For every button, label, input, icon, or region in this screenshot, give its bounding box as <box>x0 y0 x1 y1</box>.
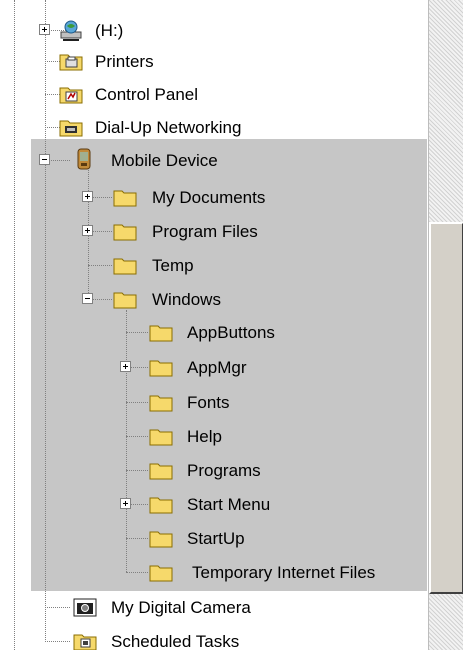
tree-item-label: Printers <box>95 52 154 71</box>
tree-item-label: Fonts <box>187 393 230 412</box>
tree-item-label: Temporary Internet Files <box>192 563 376 582</box>
tree-horizontal-connector <box>126 402 148 403</box>
folder-icon <box>149 463 173 480</box>
collapse-toggle-icon[interactable] <box>82 293 93 304</box>
tree-item-label: (H:) <box>95 21 124 40</box>
tree-horizontal-connector <box>126 572 148 573</box>
folder-icon <box>149 565 173 582</box>
collapse-toggle-icon[interactable] <box>39 154 50 165</box>
tree-horizontal-connector <box>126 436 148 437</box>
expand-toggle-icon[interactable] <box>39 24 50 35</box>
expand-toggle-icon[interactable] <box>120 498 131 509</box>
tree-item-label: Mobile Device <box>111 151 218 170</box>
folder-icon <box>113 224 137 241</box>
tree-item-label: Windows <box>152 290 221 309</box>
tree-horizontal-connector <box>88 265 112 266</box>
tree-item-label: Programs <box>187 461 261 480</box>
dialup-networking-icon <box>59 120 83 137</box>
tree-item-label: Start Menu <box>187 495 271 514</box>
tree-item-label: AppButtons <box>187 323 275 342</box>
folder-icon <box>113 258 137 275</box>
tree-item-label: Control Panel <box>95 85 199 104</box>
tree-item-label: Program Files <box>152 222 258 241</box>
folder-icon <box>149 429 173 446</box>
tree-item-label: AppMgr <box>187 358 247 377</box>
tree-item-label: Scheduled Tasks <box>111 632 240 650</box>
tree-horizontal-connector <box>126 332 148 333</box>
tree-item-label: StartUp <box>187 529 245 548</box>
tree-vertical-connector <box>126 310 127 572</box>
tree-horizontal-connector <box>126 538 148 539</box>
tree-horizontal-connector <box>45 607 70 608</box>
tree-vertical-connector <box>14 0 15 650</box>
folder-tree-pane[interactable]: (H:) Printers Control Panel Dial-Up Netw… <box>0 0 428 650</box>
folder-icon <box>149 360 173 377</box>
folder-icon <box>113 190 137 207</box>
tree-item-label: Help <box>187 427 222 446</box>
network-drive-icon <box>60 20 82 41</box>
tree-item-label: My Digital Camera <box>111 598 251 617</box>
folder-icon <box>149 325 173 342</box>
vertical-scrollbar[interactable] <box>428 0 463 650</box>
expand-toggle-icon[interactable] <box>82 225 93 236</box>
folder-icon <box>149 497 173 514</box>
control-panel-icon <box>59 87 83 104</box>
tree-item-label: My Documents <box>152 188 266 207</box>
folder-open-icon <box>113 292 137 309</box>
expand-toggle-icon[interactable] <box>82 191 93 202</box>
folder-icon <box>149 395 173 412</box>
tree-horizontal-connector <box>45 641 70 642</box>
tree-horizontal-connector <box>126 470 148 471</box>
expand-toggle-icon[interactable] <box>120 361 131 372</box>
tree-item-label: Temp <box>152 256 194 275</box>
scrollbar-thumb[interactable] <box>429 222 463 594</box>
tree-item-label: Dial-Up Networking <box>95 118 242 137</box>
mobile-device-icon <box>77 148 91 170</box>
printers-folder-icon <box>59 54 83 71</box>
folder-icon <box>149 531 173 548</box>
tree-vertical-connector <box>45 0 46 640</box>
digital-camera-icon <box>73 598 97 617</box>
scheduled-tasks-icon <box>73 634 97 650</box>
